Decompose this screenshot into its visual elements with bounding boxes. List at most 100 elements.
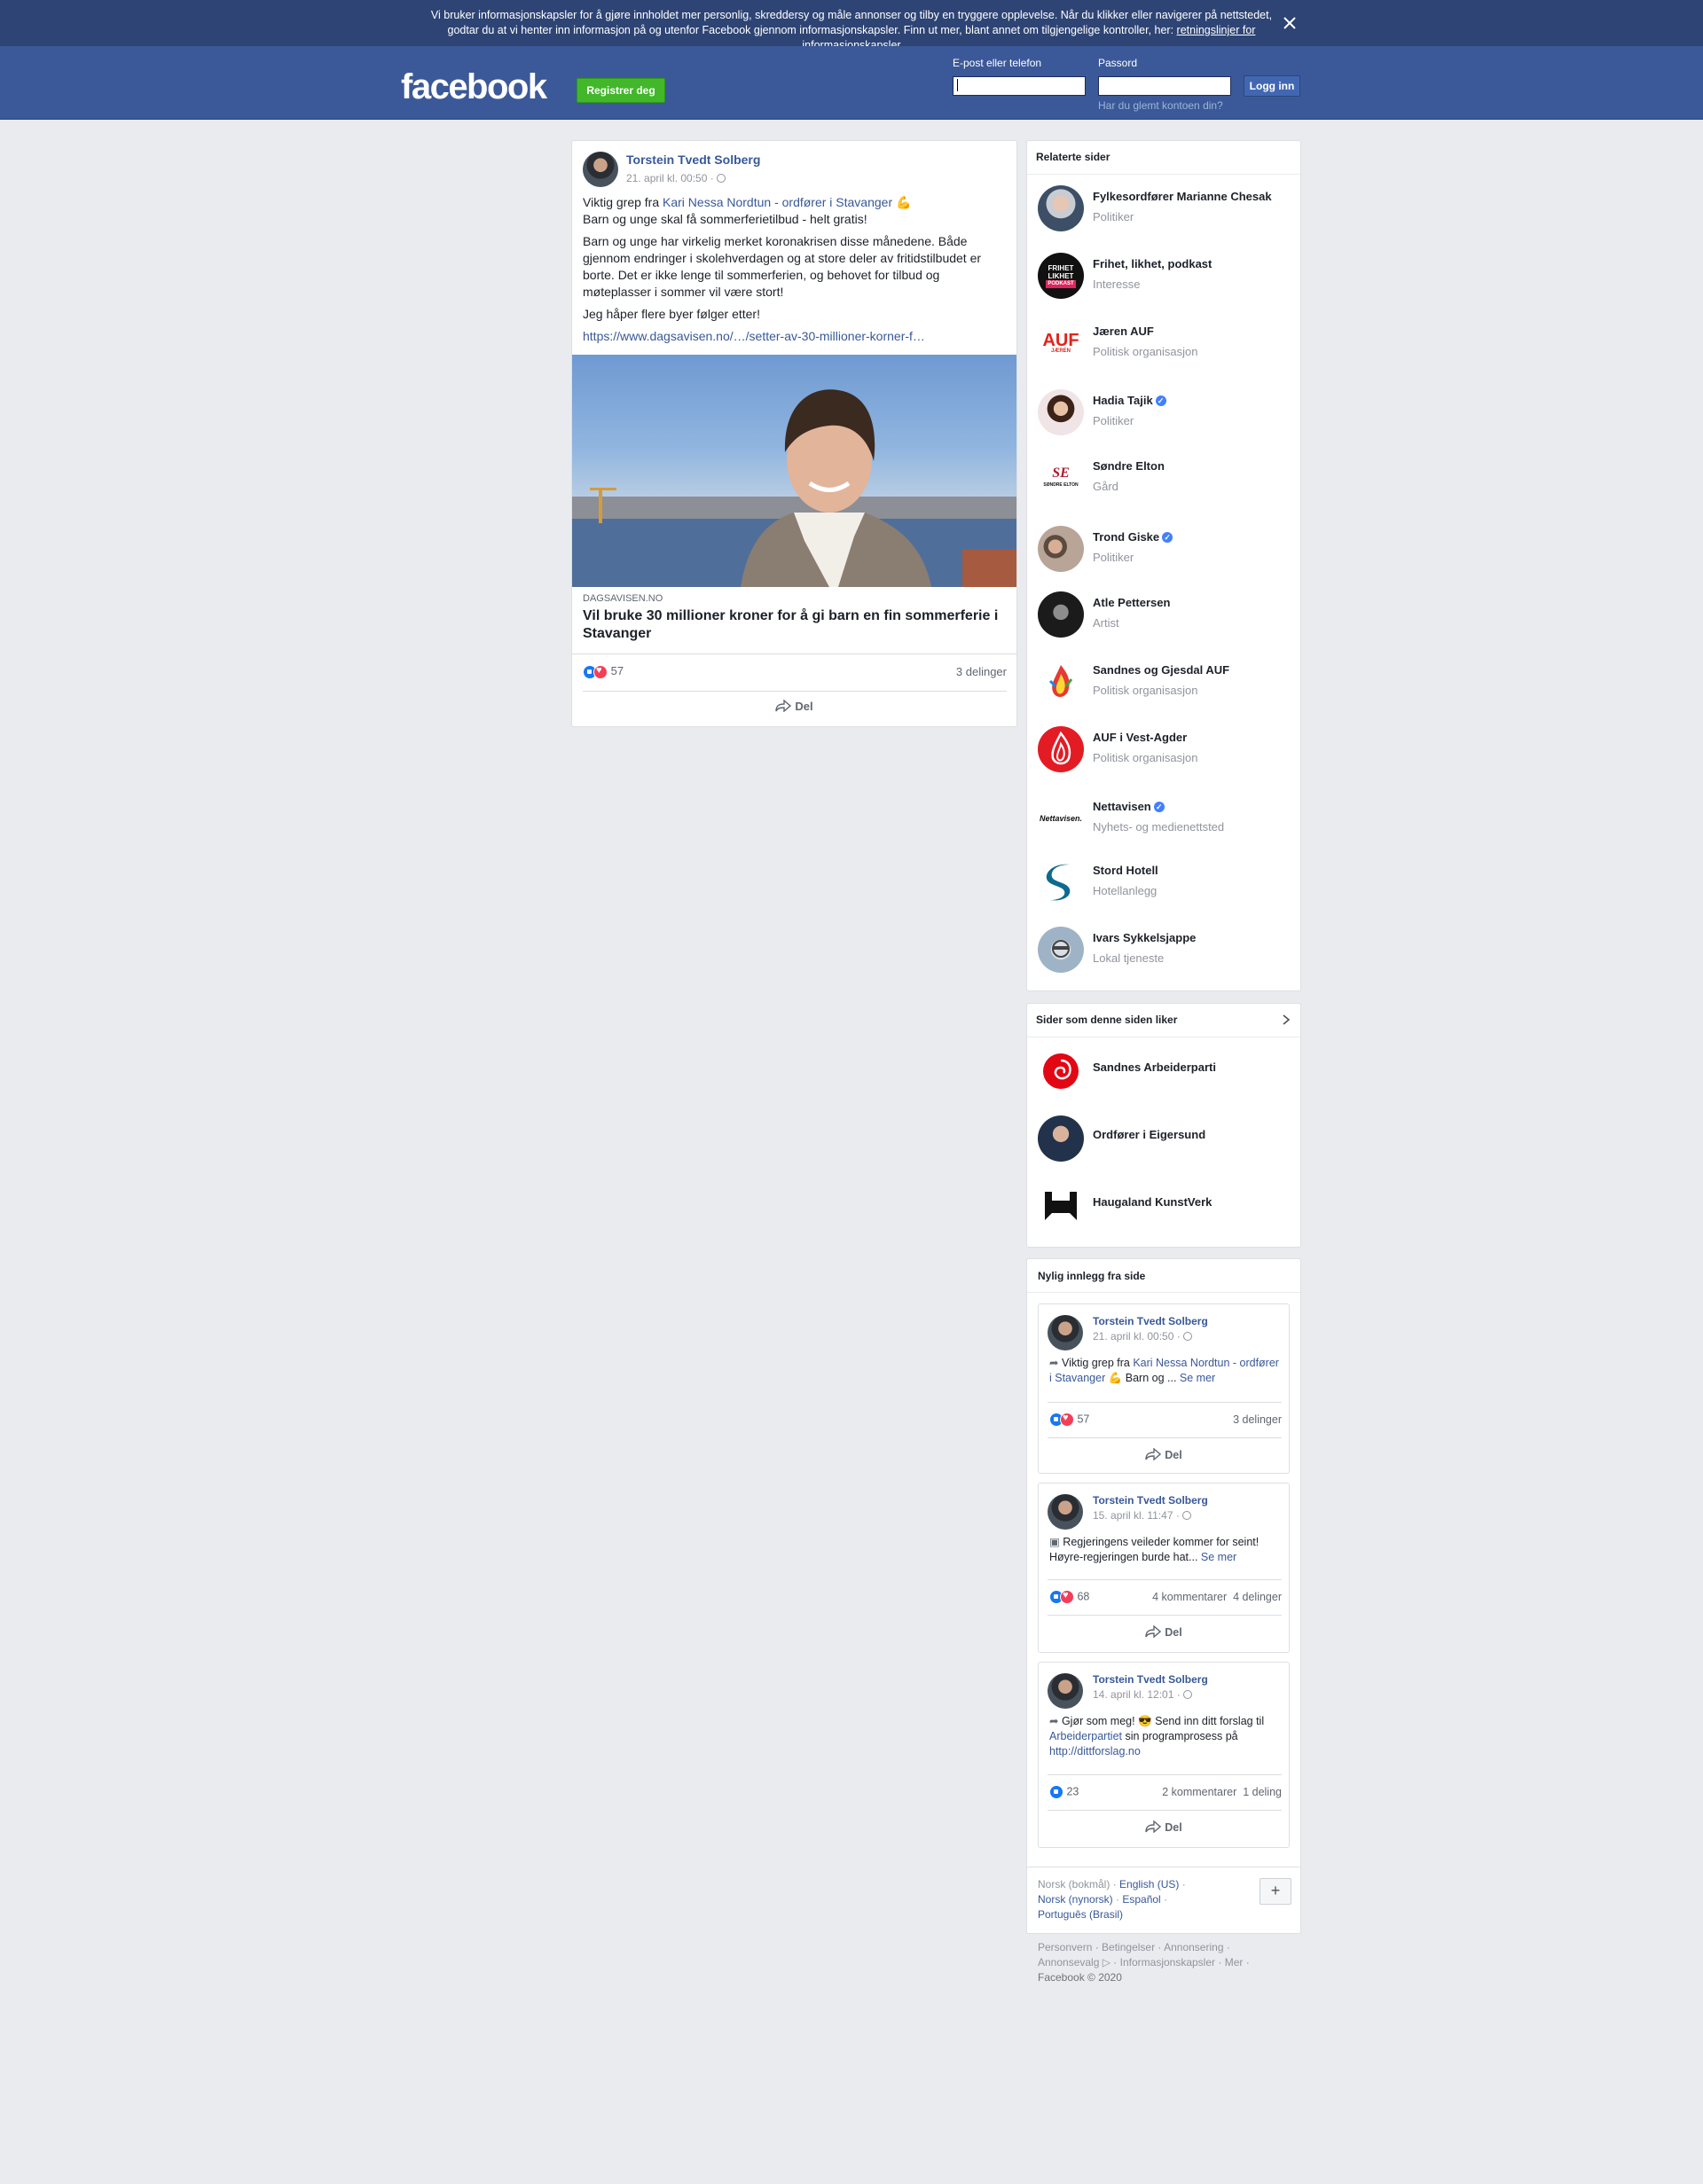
share-button[interactable]: Del [1039,1447,1289,1461]
share-icon: ➦ [1049,1357,1062,1369]
related-page-item[interactable]: Sandnes og Gjesdal AUF Politisk organisa… [1038,655,1295,708]
page-avatar[interactable] [1038,185,1084,231]
verified-badge-icon: ✓ [1153,802,1165,812]
author-avatar[interactable] [1048,1315,1083,1350]
divider [1048,1437,1282,1438]
forgot-account-link[interactable]: Har du glemt kontoen din? [1098,99,1223,112]
liked-page-item[interactable]: Ordfører i Eigersund [1038,1112,1295,1165]
share-button[interactable]: Del [1039,1624,1289,1639]
liked-page-item[interactable]: Sandnes Arbeiderparti [1038,1045,1295,1098]
bike-shop-logo-icon [1052,940,1070,958]
page-avatar[interactable] [1038,726,1084,772]
divider [1048,1402,1282,1403]
footer-link[interactable]: Mer [1225,1956,1244,1969]
post-timestamp[interactable]: 21. april kl. 00:50 · [626,172,726,184]
author-avatar[interactable] [1048,1494,1083,1530]
language-option[interactable]: Norsk (nynorsk) [1038,1893,1113,1906]
language-option[interactable]: Español [1122,1893,1160,1906]
author-avatar[interactable] [583,152,618,187]
liked-pages-panel: Sider som denne siden liker Sandnes Arbe… [1026,1003,1301,1248]
language-list: Norsk (bokmål) · English (US) · Norsk (n… [1038,1878,1186,1921]
related-page-item[interactable]: Atle Pettersen Artist [1038,588,1295,641]
footer-link[interactable]: Annonsering [1164,1941,1223,1953]
close-icon[interactable] [1281,14,1299,32]
article-image[interactable] [572,355,1016,587]
post-author[interactable]: Torstein Tvedt Solberg [626,153,760,167]
recent-post-text: ▣ Regjeringens veileder kommer for seint… [1049,1536,1260,1563]
verified-badge-icon: ✓ [1155,395,1166,406]
reactions-icon[interactable] [1049,1590,1074,1604]
page-avatar[interactable] [1038,591,1084,638]
related-page-item[interactable]: FRIHET LIKHET PODKAST Frihet, likhet, pod… [1038,249,1295,302]
related-page-item[interactable]: Hadia Tajik ✓ Politiker [1038,386,1295,439]
article-photo [572,389,1016,587]
page-avatar[interactable] [1038,1183,1084,1229]
footer-link[interactable]: Annonsevalg [1038,1956,1099,1969]
hotel-logo-icon [1046,864,1071,901]
related-page-item[interactable]: Nettavisen. Nettavisen ✓ Nyhets- og medie… [1038,792,1295,845]
article-headline[interactable]: Vil bruke 30 millioner kroner for å gi b… [583,607,1008,643]
footer-link[interactable]: Personvern [1038,1941,1092,1953]
language-option[interactable]: English (US) [1119,1878,1179,1890]
more-languages-button[interactable]: + [1260,1878,1291,1905]
page-avatar[interactable] [1038,859,1084,905]
recent-post-stats: 23 2 kommentarer 1 deling [1049,1785,1282,1799]
mentioned-page-link[interactable]: Kari Nessa Nordtun - ordfører i Stavange… [663,195,892,209]
related-page-item[interactable]: AUF JÆREN Jæren AUF Politisk organisasjon [1038,317,1295,370]
page-avatar[interactable]: AUF JÆREN [1038,320,1084,366]
facebook-logo[interactable]: facebook [401,67,547,107]
post-text: Viktig grep fra Kari Nessa Nordtun - ord… [583,194,1008,350]
see-more-link[interactable]: Se mer [1201,1551,1236,1563]
post-card: Torstein Tvedt Solberg 21. april kl. 00:… [571,140,1017,727]
page-avatar[interactable]: Nettavisen. [1038,795,1084,842]
page-avatar[interactable]: FRIHET LIKHET PODKAST [1038,253,1084,299]
page-avatar[interactable]: SE SØNDRE ELTON [1038,455,1084,501]
article-url-link[interactable]: https://www.dagsavisen.no/…/setter-av-30… [583,328,1008,345]
related-page-item[interactable]: SE SØNDRE ELTON Søndre Elton Gård [1038,451,1295,505]
recent-posts-panel: Nylig innlegg fra side Torstein Tvedt So… [1026,1258,1301,1932]
footer-link[interactable]: Informasjonskapsler [1120,1956,1215,1969]
page-avatar[interactable] [1038,659,1084,705]
login-button[interactable]: Logg inn [1244,75,1300,97]
share-button[interactable]: Del [1039,1820,1289,1834]
article-source: DAGSAVISEN.NO [583,593,663,604]
liked-page-item[interactable]: Haugaland KunstVerk [1038,1179,1295,1233]
page-avatar[interactable] [1038,1115,1084,1162]
recent-post-stats: 57 3 delinger [1049,1413,1282,1427]
page-avatar[interactable] [1038,389,1084,435]
post-line-2: Barn og unge skal få sommerferietilbud -… [583,212,867,226]
related-page-item[interactable]: AUF i Vest-Agder Politisk organisasjon [1038,723,1295,776]
related-page-item[interactable]: Fylkesordfører Marianne Chesak Politiker [1038,182,1295,235]
liked-pages-title[interactable]: Sider som denne siden liker [1036,1014,1177,1026]
chevron-right-icon[interactable] [1280,1014,1292,1026]
recent-post-card: Torstein Tvedt Solberg 15. april kl. 11:… [1038,1483,1290,1653]
password-field[interactable] [1098,76,1231,96]
globe-icon [717,174,726,183]
ad-choices-icon: ▷ [1102,1956,1110,1969]
like-icon[interactable] [1049,1785,1063,1799]
register-button[interactable]: Registrer deg [577,78,665,103]
reactions-icon[interactable] [583,664,608,679]
see-more-link[interactable]: Se mer [1180,1372,1215,1384]
page-avatar[interactable] [1038,927,1084,973]
recent-post-text: ➦ Viktig grep fra Kari Nessa Nordtun - o… [1049,1357,1279,1384]
email-field[interactable] [953,76,1086,96]
related-page-item[interactable]: Trond Giske ✓ Politiker [1038,522,1295,575]
reactions-icon[interactable] [1049,1413,1074,1427]
email-label: E-post eller telefon [953,57,1042,69]
related-page-item[interactable]: Ivars Sykkelsjappe Lokal tjeneste [1038,923,1295,976]
recent-post-card: Torstein Tvedt Solberg 14. april kl. 12:… [1038,1662,1290,1848]
page-avatar[interactable] [1038,1048,1084,1094]
related-page-item[interactable]: Stord Hotell Hotellanlegg [1038,856,1295,909]
share-count[interactable]: 3 delinger [956,665,1007,678]
footer-links: Personvern · Betingelser · Annonsering ·… [1038,1941,1250,1984]
share-icon [1145,1820,1162,1834]
language-option[interactable]: Português (Brasil) [1038,1908,1123,1921]
share-button[interactable]: Del [572,699,1016,713]
photo-icon: ▣ [1049,1536,1063,1548]
author-avatar[interactable] [1048,1673,1083,1709]
footer-link[interactable]: Betingelser [1102,1941,1155,1953]
recent-post-text: ➦ Gjør som meg! 😎 Send inn ditt forslag … [1049,1715,1265,1757]
page-avatar[interactable] [1038,526,1084,572]
reaction-count[interactable]: 57 [611,664,624,677]
